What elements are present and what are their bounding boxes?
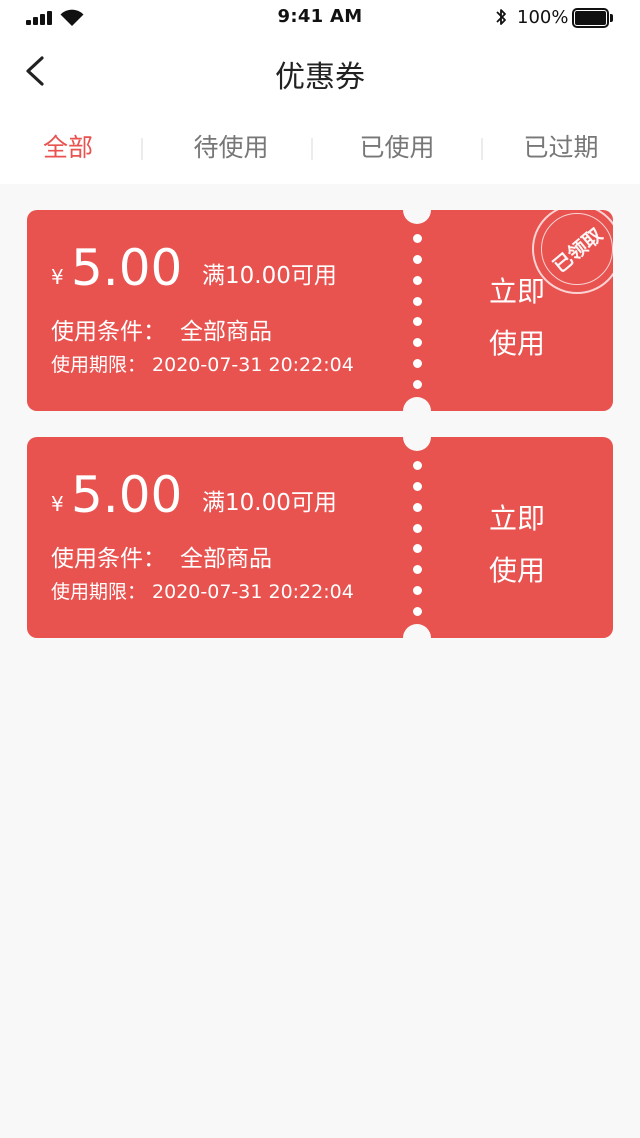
coupon-condition: 使用条件： 全部商品 bbox=[51, 312, 272, 346]
notch bbox=[403, 210, 431, 224]
coupon-period: 使用期限： 2020-07-31 20:22:04 bbox=[51, 577, 354, 604]
tab-divider bbox=[311, 138, 313, 160]
tab-expired[interactable]: 已过期 bbox=[491, 126, 631, 170]
coupon-card: ¥ 5.00 满10.00可用 使用条件： 全部商品 使用期限： 2020-07-3… bbox=[27, 437, 613, 638]
notch bbox=[403, 624, 431, 638]
condition-label: 使用条件： bbox=[51, 546, 166, 572]
bluetooth-icon bbox=[496, 9, 506, 25]
perforation-dots bbox=[412, 234, 422, 389]
use-now-line1: 立即 bbox=[488, 502, 545, 535]
perforation-dots bbox=[412, 461, 422, 616]
coupon-threshold: 满10.00可用 bbox=[202, 263, 337, 289]
coupon-amount: 5.00 bbox=[71, 466, 183, 524]
battery-percentage: 100% bbox=[517, 7, 569, 28]
period-label: 使用期限： bbox=[51, 354, 147, 376]
tab-all[interactable]: 全部 bbox=[0, 126, 138, 170]
use-now-line2: 使用 bbox=[488, 554, 545, 587]
coupon-threshold: 满10.00可用 bbox=[202, 490, 337, 516]
coupon-condition: 使用条件： 全部商品 bbox=[51, 539, 272, 573]
use-now-button[interactable]: 立即 使用 bbox=[447, 493, 587, 597]
condition-value: 全部商品 bbox=[180, 319, 272, 345]
currency-symbol: ¥ bbox=[51, 265, 64, 289]
tab-divider bbox=[481, 138, 483, 160]
condition-label: 使用条件： bbox=[51, 319, 166, 345]
period-value: 2020-07-31 20:22:04 bbox=[152, 581, 354, 603]
period-label: 使用期限： bbox=[51, 581, 147, 603]
period-value: 2020-07-31 20:22:04 bbox=[152, 354, 354, 376]
coupon-period: 使用期限： 2020-07-31 20:22:04 bbox=[51, 350, 354, 377]
battery-icon bbox=[572, 8, 614, 28]
page-title: 优惠券 bbox=[275, 60, 365, 95]
coupon-card: ¥ 5.00 满10.00可用 使用条件： 全部商品 使用期限： 2020-07-3… bbox=[27, 210, 613, 411]
coupon-page: 9:41 AM 100% 优惠券 全部 待使用 已使用 已过期 ¥ 5.00 满… bbox=[0, 0, 640, 1138]
notch bbox=[403, 397, 431, 411]
currency-symbol: ¥ bbox=[51, 492, 64, 516]
coupon-amount: 5.00 bbox=[71, 239, 183, 297]
tab-used[interactable]: 已使用 bbox=[327, 126, 467, 170]
tab-divider bbox=[141, 138, 143, 160]
status-bar: 9:41 AM 100% bbox=[0, 0, 640, 36]
tab-bar: 全部 待使用 已使用 已过期 bbox=[0, 126, 640, 172]
condition-value: 全部商品 bbox=[180, 546, 272, 572]
notch bbox=[403, 437, 431, 451]
tab-to-use[interactable]: 待使用 bbox=[161, 126, 301, 170]
use-now-line2: 使用 bbox=[488, 327, 545, 360]
